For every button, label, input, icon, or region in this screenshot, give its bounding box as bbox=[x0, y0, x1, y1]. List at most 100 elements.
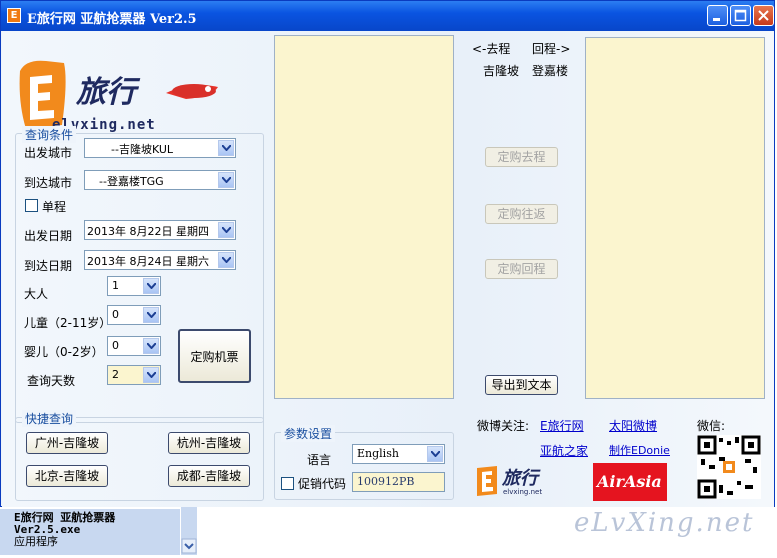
depart-date-value: 2013年 8月22日 星期四 bbox=[87, 225, 209, 238]
quick-query-legend: 快捷查询 bbox=[22, 410, 77, 427]
chevron-down-icon bbox=[222, 257, 231, 263]
watermark: eLvXing.net bbox=[574, 508, 755, 538]
export-text-button[interactable]: 导出到文本 bbox=[485, 375, 558, 395]
app-icon: E bbox=[7, 8, 21, 23]
quick-guangzhou-kl-button[interactable]: 广州-吉隆坡 bbox=[26, 432, 108, 454]
logo-text: 旅行 bbox=[76, 75, 136, 110]
infant-label: 婴儿（0-2岁） bbox=[24, 345, 104, 359]
weibo-link-author[interactable]: 制作EDonie bbox=[609, 442, 670, 458]
days-value: 2 bbox=[112, 368, 119, 381]
taskbar-app-name: E旅行网 亚航抢票器 bbox=[14, 511, 116, 524]
taskbar-app-item[interactable]: E旅行网 亚航抢票器 Ver2.5.exe 应用程序 bbox=[0, 509, 180, 555]
depart-date-label: 出发日期 bbox=[24, 229, 73, 243]
promo-code-input[interactable]: 100912PB bbox=[352, 472, 445, 492]
airasia-logo-text: AirAsia bbox=[597, 472, 662, 491]
arrive-city-dropdown[interactable] bbox=[218, 172, 234, 188]
chevron-down-icon bbox=[147, 312, 156, 318]
language-dropdown[interactable] bbox=[427, 446, 443, 462]
return-label: 回程-> bbox=[532, 42, 571, 56]
quick-chengdu-kl-button[interactable]: 成都-吉隆坡 bbox=[168, 465, 250, 487]
taskbar-app-type: 应用程序 bbox=[14, 535, 58, 548]
app-window: E E旅行网 亚航抢票器 Ver2.5 旅行 elvxing.net 查询条件 … bbox=[0, 0, 775, 507]
chevron-down-icon bbox=[222, 177, 231, 183]
elvxing-small-logo: 旅行 elvxing.net bbox=[475, 462, 561, 500]
infant-dropdown[interactable] bbox=[143, 338, 159, 354]
promo-code-value: 100912PB bbox=[357, 475, 415, 488]
main-content: 旅行 elvxing.net 查询条件 出发城市 --吉隆坡KUL 到达城市 -… bbox=[2, 31, 774, 507]
depart-city-value: --吉隆坡KUL bbox=[111, 143, 174, 156]
taskbar-scroll[interactable] bbox=[181, 507, 197, 555]
chevron-down-icon[interactable] bbox=[181, 507, 197, 555]
chevron-down-icon bbox=[147, 283, 156, 289]
quick-beijing-kl-button[interactable]: 北京-吉隆坡 bbox=[26, 465, 108, 487]
window-title: E旅行网 亚航抢票器 Ver2.5 bbox=[27, 12, 197, 27]
days-select[interactable]: 2 bbox=[107, 365, 161, 385]
weibo-link-airasia-home[interactable]: 亚航之家 bbox=[540, 442, 588, 459]
quick-hangzhou-kl-button[interactable]: 杭州-吉隆坡 bbox=[168, 432, 250, 454]
weibo-label: 微博关注: bbox=[477, 419, 530, 433]
child-select[interactable]: 0 bbox=[107, 305, 161, 325]
oneway-label: 单程 bbox=[42, 200, 67, 214]
return-results-panel[interactable] bbox=[585, 37, 765, 399]
minimize-icon bbox=[713, 18, 720, 21]
arrive-city-select[interactable]: --登嘉楼TGG bbox=[84, 170, 236, 190]
language-select[interactable]: English bbox=[352, 444, 445, 464]
days-label: 查询天数 bbox=[27, 374, 76, 388]
language-label: 语言 bbox=[307, 453, 332, 467]
return-city: 登嘉楼 bbox=[532, 64, 569, 78]
maximize-icon bbox=[734, 9, 747, 22]
weibo-link-sun[interactable]: 太阳微博 bbox=[609, 417, 657, 434]
infant-select[interactable]: 0 bbox=[107, 336, 161, 356]
wechat-qr-code bbox=[697, 435, 761, 499]
outbound-label: <-去程 bbox=[472, 42, 511, 56]
arrive-city-value: --登嘉楼TGG bbox=[99, 175, 164, 188]
chevron-down-icon bbox=[147, 372, 156, 378]
language-value: English bbox=[357, 447, 399, 460]
chevron-down-icon bbox=[222, 145, 231, 151]
depart-date-dropdown[interactable] bbox=[218, 222, 234, 238]
weibo-link-elvxing[interactable]: E旅行网 bbox=[540, 417, 584, 434]
depart-city-select[interactable]: --吉隆坡KUL bbox=[84, 138, 236, 158]
settings-legend: 参数设置 bbox=[281, 425, 336, 442]
chevron-down-icon bbox=[431, 451, 440, 457]
wechat-label: 微信: bbox=[697, 419, 726, 433]
child-dropdown[interactable] bbox=[143, 307, 159, 323]
adult-value: 1 bbox=[112, 279, 119, 292]
depart-date-picker[interactable]: 2013年 8月22日 星期四 bbox=[84, 220, 236, 240]
title-bar[interactable]: E E旅行网 亚航抢票器 Ver2.5 bbox=[1, 1, 774, 31]
child-value: 0 bbox=[112, 308, 119, 321]
adult-dropdown[interactable] bbox=[143, 278, 159, 294]
book-ticket-button[interactable]: 定购机票 bbox=[178, 329, 251, 383]
infant-value: 0 bbox=[112, 339, 119, 352]
adult-label: 大人 bbox=[24, 287, 49, 301]
promo-label: 促销代码 bbox=[298, 477, 347, 491]
chevron-down-icon bbox=[222, 227, 231, 233]
small-logo-subtext: elvxing.net bbox=[503, 488, 543, 496]
arrive-date-picker[interactable]: 2013年 8月24日 星期六 bbox=[84, 250, 236, 270]
small-logo-text: 旅行 bbox=[502, 468, 538, 489]
arrive-date-value: 2013年 8月24日 星期六 bbox=[87, 255, 209, 268]
book-outbound-button[interactable]: 定购去程 bbox=[485, 147, 558, 167]
book-roundtrip-button[interactable]: 定购往返 bbox=[485, 204, 558, 224]
close-icon bbox=[758, 10, 769, 21]
arrive-date-dropdown[interactable] bbox=[218, 252, 234, 268]
minimize-button[interactable] bbox=[707, 5, 728, 26]
depart-city-dropdown[interactable] bbox=[218, 140, 234, 156]
depart-city-label: 出发城市 bbox=[24, 146, 73, 160]
child-label: 儿童（2-11岁） bbox=[24, 316, 112, 330]
qr-code-icon bbox=[697, 435, 761, 499]
book-return-button[interactable]: 定购回程 bbox=[485, 259, 558, 279]
outbound-results-panel[interactable] bbox=[274, 35, 454, 399]
close-button[interactable] bbox=[753, 5, 774, 26]
arrive-date-label: 到达日期 bbox=[24, 259, 73, 273]
arrive-city-label: 到达城市 bbox=[24, 176, 73, 190]
query-legend: 查询条件 bbox=[22, 126, 77, 143]
quick-query-group: 快捷查询 bbox=[15, 410, 264, 501]
chevron-down-icon bbox=[147, 343, 156, 349]
oneway-checkbox[interactable] bbox=[25, 199, 38, 212]
airasia-logo: AirAsia bbox=[593, 463, 667, 501]
days-dropdown[interactable] bbox=[143, 367, 159, 383]
promo-checkbox[interactable] bbox=[281, 477, 294, 490]
maximize-button[interactable] bbox=[730, 5, 751, 26]
adult-select[interactable]: 1 bbox=[107, 276, 161, 296]
